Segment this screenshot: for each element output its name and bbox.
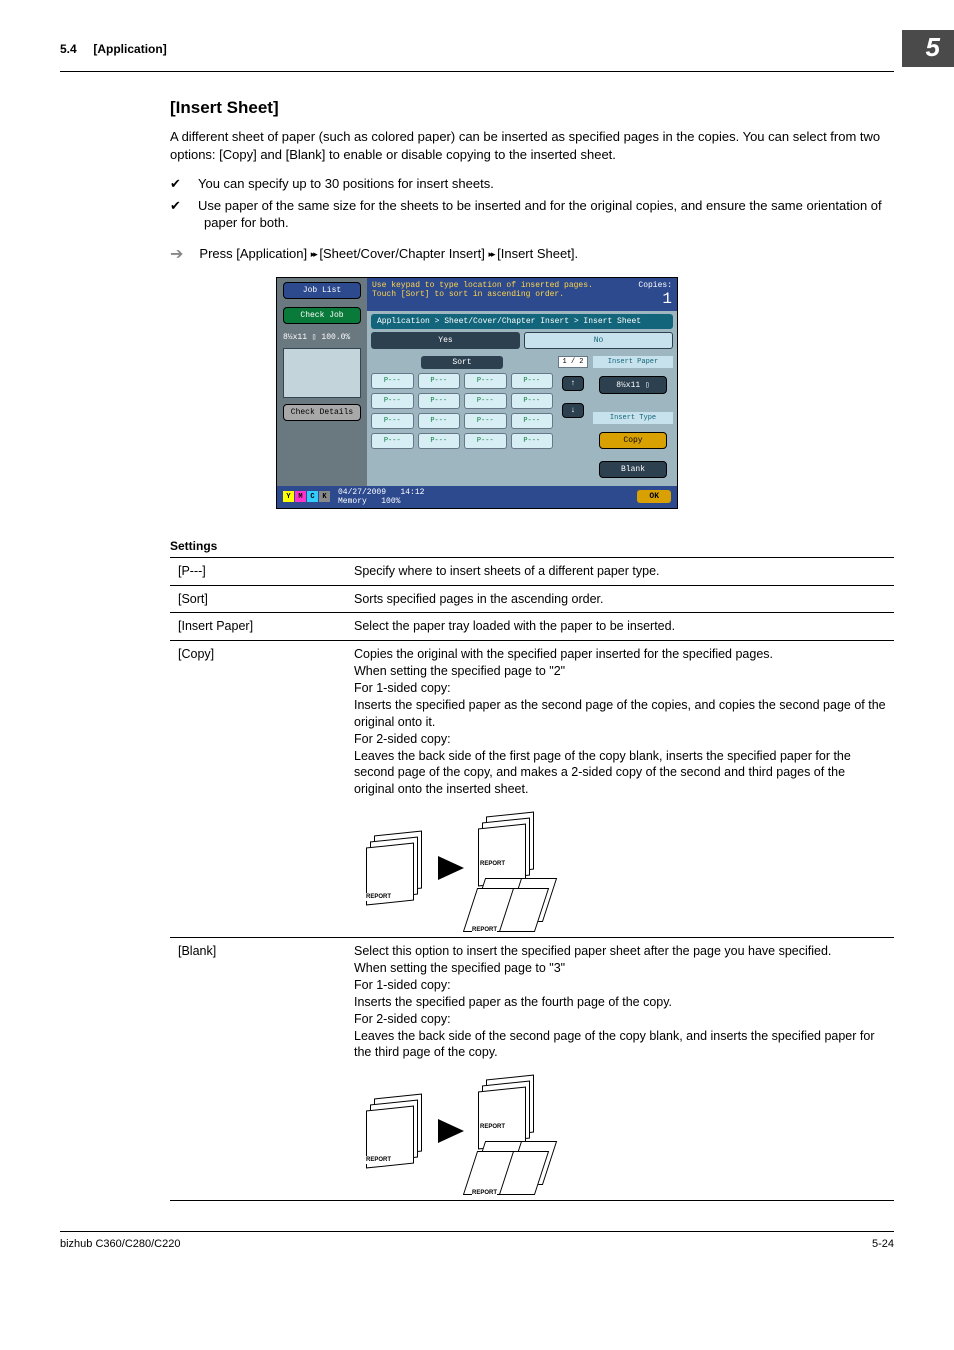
page-slot[interactable]: P---	[464, 433, 507, 449]
page-footer: bizhub C360/C280/C220 5-24	[60, 1231, 894, 1250]
nav-sep-icon: ▸▸	[311, 249, 316, 259]
blank-diagram: REPORT REPORT REPORT	[364, 1071, 886, 1191]
page-title: [Insert Sheet]	[170, 98, 894, 118]
table-row: [Insert Paper] Select the paper tray loa…	[170, 613, 894, 641]
arrow-icon	[438, 856, 464, 880]
check-list: ✔You can specify up to 30 positions for …	[170, 175, 894, 232]
job-list-button[interactable]: Job List	[283, 282, 361, 299]
page-slot[interactable]: P---	[511, 433, 554, 449]
page-header: 5.4 [Application] 5	[60, 30, 894, 72]
settings-desc: Sorts specified pages in the ascending o…	[346, 585, 894, 613]
table-row: [P---] Specify where to insert sheets of…	[170, 557, 894, 585]
table-row: [Blank] Select this option to insert the…	[170, 938, 894, 1201]
status-memory-value: 100%	[381, 497, 400, 506]
diagram-label: REPORT	[480, 860, 505, 868]
no-button[interactable]: No	[524, 332, 673, 349]
status-time: 14:12	[400, 488, 424, 497]
page-down-button[interactable]: ↓	[562, 403, 584, 418]
check-job-button[interactable]: Check Job	[283, 307, 361, 324]
check-item: Use paper of the same size for the sheet…	[198, 198, 882, 231]
blank-button[interactable]: Blank	[599, 461, 667, 478]
toner-m-icon: M	[295, 491, 306, 502]
preview-thumb	[283, 348, 361, 398]
page-slot[interactable]: P---	[464, 393, 507, 409]
check-details-button[interactable]: Check Details	[283, 404, 361, 421]
nav-text: Press [Application]	[199, 246, 310, 261]
page-up-button[interactable]: ↑	[562, 376, 584, 391]
intro-paragraph: A different sheet of paper (such as colo…	[170, 128, 894, 163]
settings-heading: Settings	[170, 539, 894, 553]
table-row: [Sort] Sorts specified pages in the asce…	[170, 585, 894, 613]
settings-label: [P---]	[170, 557, 346, 585]
msg-line: Use keypad to type location of inserted …	[372, 281, 593, 290]
section-number: 5.4	[60, 42, 77, 56]
page-slot[interactable]: P---	[418, 393, 461, 409]
settings-desc: Select this option to insert the specifi…	[346, 938, 894, 1201]
toner-y-icon: Y	[283, 491, 294, 502]
msg-line: Touch [Sort] to sort in ascending order.	[372, 290, 593, 299]
section-title: [Application]	[93, 42, 166, 56]
footer-page-no: 5-24	[872, 1238, 894, 1250]
message-bar: Use keypad to type location of inserted …	[367, 278, 677, 311]
toner-k-icon: K	[319, 491, 330, 502]
copy-diagram: REPORT REPORT REPORT	[364, 808, 886, 928]
arrow-icon	[438, 1119, 464, 1143]
settings-desc: Select the paper tray loaded with the pa…	[346, 613, 894, 641]
copies-label: Copies:	[638, 281, 672, 290]
page-slot[interactable]: P---	[418, 413, 461, 429]
arrow-icon: ➔	[170, 247, 183, 263]
toner-c-icon: C	[307, 491, 318, 502]
page-slot[interactable]: P---	[464, 373, 507, 389]
diagram-label: REPORT	[472, 926, 497, 934]
ok-button[interactable]: OK	[637, 490, 671, 503]
chapter-number: 5	[902, 30, 954, 67]
footer-model: bizhub C360/C280/C220	[60, 1238, 180, 1250]
paper-badge: 8½x11 ▯ 100.0%	[277, 328, 367, 346]
page-slot[interactable]: P---	[418, 373, 461, 389]
settings-label: [Blank]	[170, 938, 346, 1201]
check-icon: ✔	[170, 175, 198, 193]
table-row: [Copy] Copies the original with the spec…	[170, 641, 894, 938]
check-icon: ✔	[170, 197, 198, 215]
yes-button[interactable]: Yes	[371, 332, 520, 349]
page-slot[interactable]: P---	[464, 413, 507, 429]
nav-sep-icon: ▸▸	[488, 249, 493, 259]
settings-label: [Sort]	[170, 585, 346, 613]
page-slot[interactable]: P---	[371, 433, 414, 449]
page-slot[interactable]: P---	[371, 373, 414, 389]
insert-type-label: Insert Type	[593, 412, 673, 424]
page-slot-grid: P--- P--- P--- P--- P--- P--- P--- P--- …	[371, 373, 553, 449]
nav-text: [Insert Sheet].	[497, 246, 578, 261]
settings-desc: Specify where to insert sheets of a diff…	[346, 557, 894, 585]
page-slot[interactable]: P---	[371, 393, 414, 409]
status-date: 04/27/2009	[338, 488, 386, 497]
ui-screenshot: Job List Check Job 8½x11 ▯ 100.0% Check …	[276, 277, 678, 509]
insert-paper-label: Insert Paper	[593, 356, 673, 368]
settings-desc: Copies the original with the specified p…	[346, 641, 894, 938]
check-item: You can specify up to 30 positions for i…	[198, 176, 494, 191]
copy-button[interactable]: Copy	[599, 432, 667, 449]
page-slot[interactable]: P---	[418, 433, 461, 449]
copies-value: 1	[638, 290, 672, 308]
page-slot[interactable]: P---	[511, 373, 554, 389]
diagram-label: REPORT	[366, 1156, 391, 1164]
insert-paper-value[interactable]: 8½x11 ▯	[599, 376, 667, 394]
nav-text: [Sheet/Cover/Chapter Insert]	[319, 246, 488, 261]
breadcrumb: Application > Sheet/Cover/Chapter Insert…	[371, 314, 673, 329]
settings-label: [Copy]	[170, 641, 346, 938]
diagram-label: REPORT	[366, 893, 391, 901]
sort-button[interactable]: Sort	[421, 356, 503, 369]
toner-levels: Y M C K	[283, 491, 330, 502]
page-indicator: 1 / 2	[558, 356, 588, 368]
diagram-label: REPORT	[480, 1123, 505, 1131]
status-memory-label: Memory	[338, 497, 367, 506]
page-slot[interactable]: P---	[511, 393, 554, 409]
settings-table: [P---] Specify where to insert sheets of…	[170, 557, 894, 1202]
diagram-label: REPORT	[472, 1189, 497, 1197]
page-slot[interactable]: P---	[371, 413, 414, 429]
nav-instruction: ➔ Press [Application] ▸▸ [Sheet/Cover/Ch…	[170, 246, 894, 263]
settings-label: [Insert Paper]	[170, 613, 346, 641]
page-slot[interactable]: P---	[511, 413, 554, 429]
